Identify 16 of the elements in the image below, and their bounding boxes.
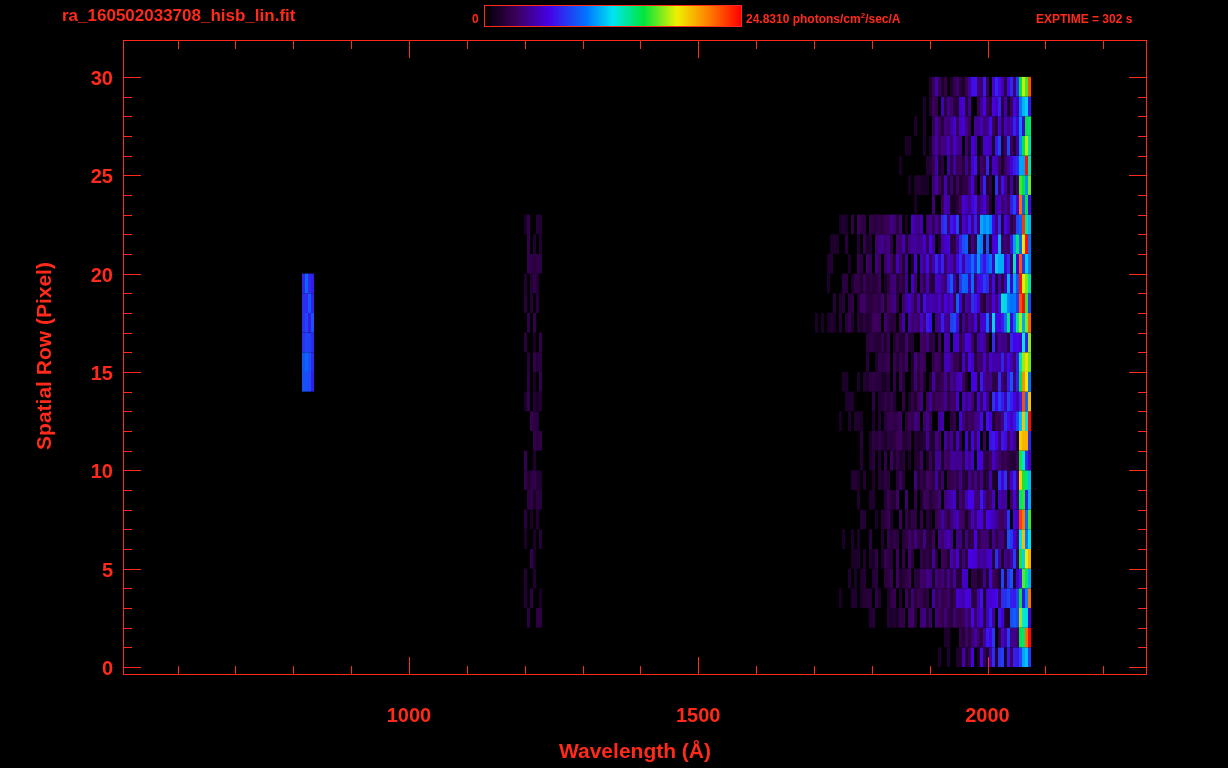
colorbar-min-label: 0 xyxy=(472,11,480,28)
x-tick-label: 2000 xyxy=(965,704,1010,726)
colorbar-max-label: 24.8310 photons/cm$^{2}$/sec/A xyxy=(746,10,902,28)
exposure-time: EXPTIME = 302 s xyxy=(1036,11,1133,28)
y-axis-label: Spatial Row (Pixel) xyxy=(32,262,55,450)
y-tick-label: 30 xyxy=(90,66,113,89)
x-tick-label: 1000 xyxy=(386,704,432,726)
y-tick-label: 5 xyxy=(101,558,113,581)
y-tick-label: 20 xyxy=(90,263,113,286)
y-tick-label: 10 xyxy=(90,460,113,483)
y-tick-label: 0 xyxy=(101,657,113,679)
y-tick-label: 15 xyxy=(90,361,113,384)
y-tick-label: 25 xyxy=(90,165,113,188)
x-axis-label: Wavelength (Å) xyxy=(558,739,712,762)
x-tick-label: 1500 xyxy=(676,704,721,726)
file-name: ra_160502033708_hisb_lin.fit xyxy=(62,5,297,27)
